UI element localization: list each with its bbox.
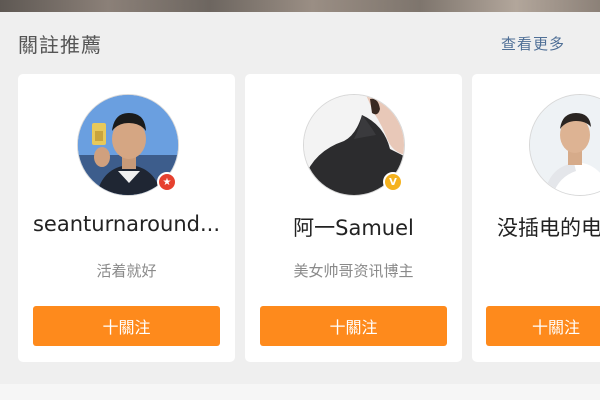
gold-v-badge-icon: V xyxy=(383,172,403,192)
follow-button-3[interactable]: 十關注 xyxy=(486,306,600,346)
user-card-3[interactable]: 没插电的电 十關注 xyxy=(472,74,600,362)
card-1-description: 活着就好 xyxy=(96,262,157,280)
avatar-3-wrap[interactable] xyxy=(529,94,600,196)
section-title: 關註推薦 xyxy=(18,33,102,57)
card-2-name[interactable]: 阿一Samuel xyxy=(245,212,462,242)
user-card-2[interactable]: V 阿一Samuel 美女帅哥资讯博主 十關注 xyxy=(245,74,462,362)
card-2-description: 美女帅哥资讯博主 xyxy=(293,262,414,280)
top-photo-strip xyxy=(0,0,600,12)
card-1-name[interactable]: seanturnaround... xyxy=(18,212,235,236)
red-star-badge-icon: ★ xyxy=(157,172,177,192)
card-3-name[interactable]: 没插电的电 xyxy=(497,212,600,242)
avatar-3[interactable] xyxy=(529,94,600,196)
see-more-link[interactable]: 查看更多 xyxy=(501,33,565,54)
avatar-2-wrap[interactable]: V xyxy=(303,94,405,196)
recommend-header: 關註推薦 查看更多 xyxy=(0,12,600,74)
follow-button-2[interactable]: 十關注 xyxy=(260,306,447,346)
bottom-divider xyxy=(0,384,600,400)
user-card-1[interactable]: ★ seanturnaround... 活着就好 十關注 xyxy=(18,74,235,362)
follow-button-1[interactable]: 十關注 xyxy=(33,306,220,346)
avatar-3-photo xyxy=(530,95,600,195)
avatar-1-wrap[interactable]: ★ xyxy=(77,94,179,196)
